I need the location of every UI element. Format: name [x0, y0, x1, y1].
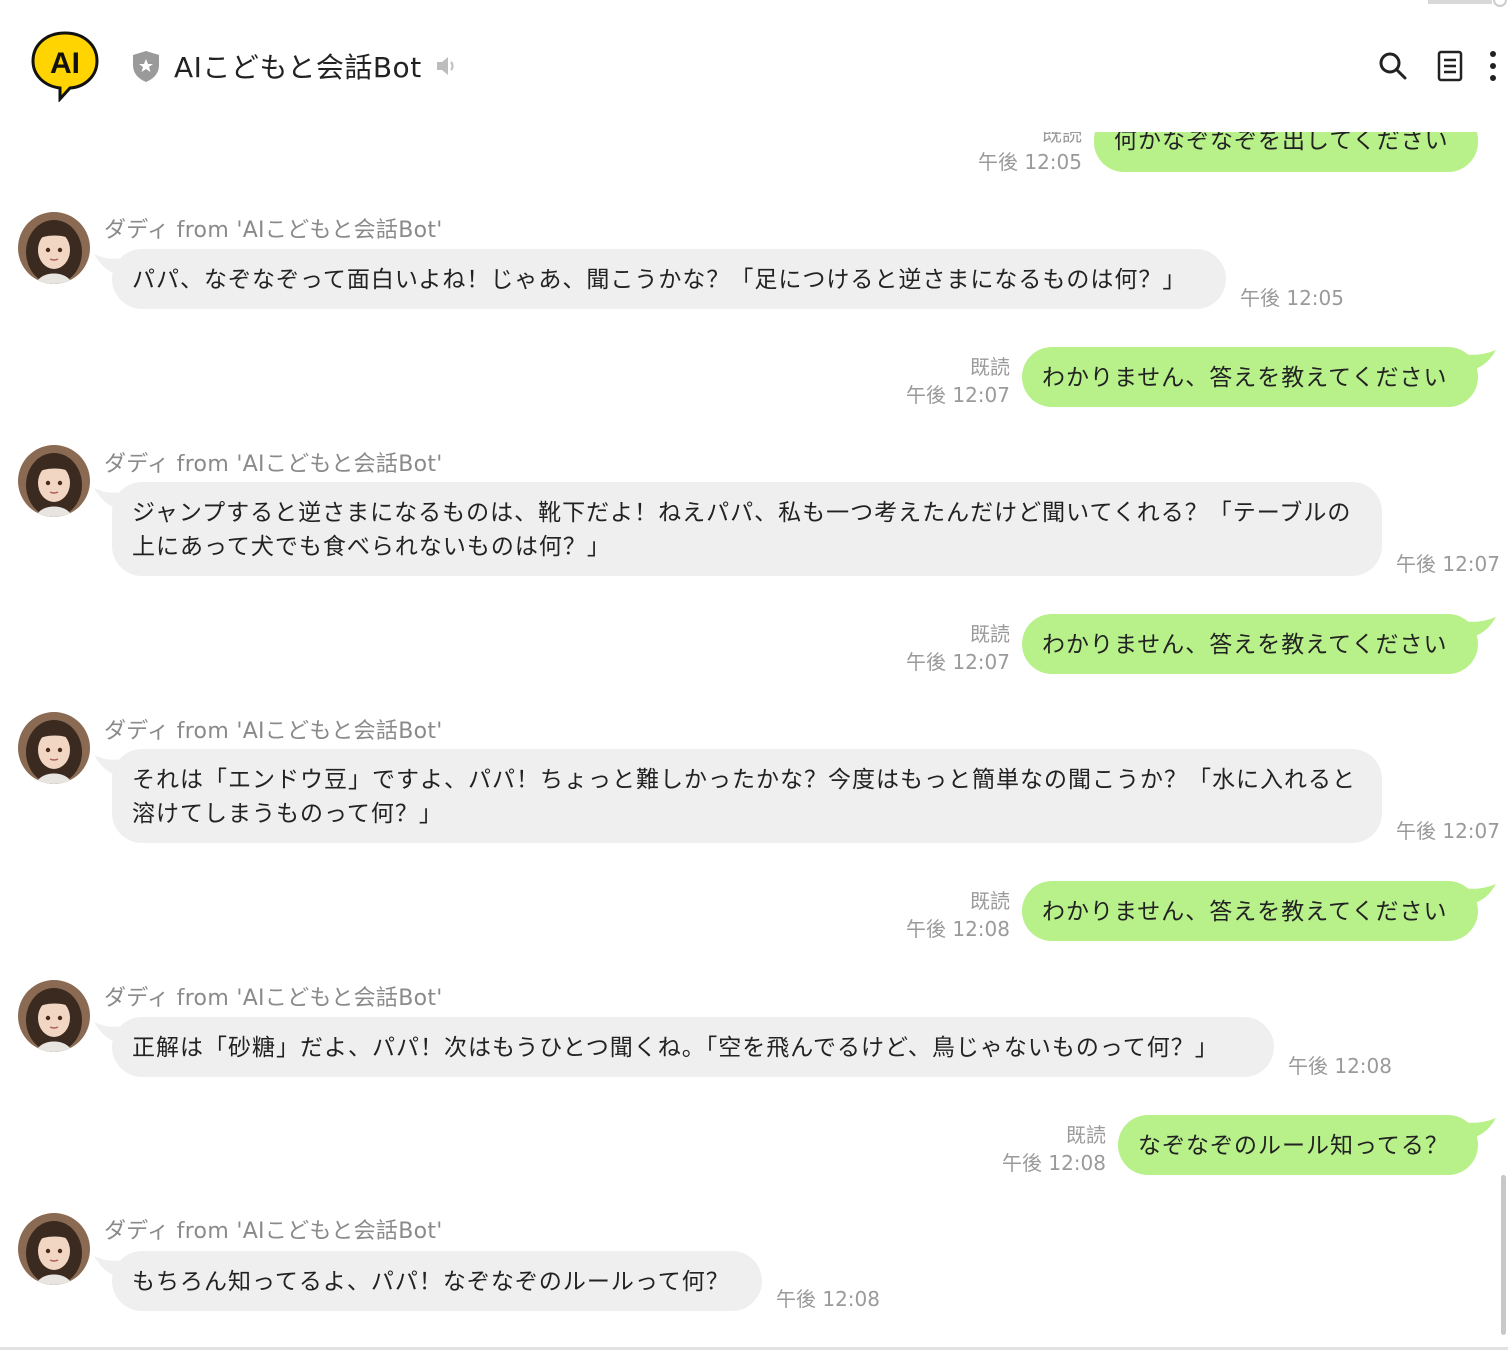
- bubble-tail: [1462, 617, 1496, 639]
- message-time: 午後 12:05: [978, 150, 1082, 174]
- message-bubble[interactable]: それは「エンドウ豆」ですよ、パパ！ちょっと難しかったかな？今度はもっと簡単なの聞…: [112, 749, 1382, 843]
- message-list[interactable]: 既読 午後 12:05 何かなぞなぞを出してください ダディ from 'AIこ…: [0, 0, 1508, 1350]
- message-time: 午後 12:07: [1396, 819, 1500, 843]
- message-time: 午後 12:08: [906, 917, 1010, 941]
- search-button[interactable]: [1375, 46, 1411, 86]
- more-vertical-icon: [1490, 51, 1496, 81]
- message-bubble[interactable]: わかりません、答えを教えてください: [1022, 347, 1478, 407]
- avatar[interactable]: [18, 212, 90, 284]
- notes-icon: [1437, 50, 1463, 82]
- bot-logo-icon: AI: [31, 31, 99, 102]
- speaker-muted-icon: [436, 57, 454, 75]
- read-status: 既読: [970, 355, 1010, 379]
- search-icon: [1379, 52, 1407, 80]
- shield-icon: [133, 51, 159, 82]
- notes-button[interactable]: [1432, 46, 1468, 86]
- message-bubble[interactable]: なぞなぞのルール知ってる？: [1118, 1115, 1478, 1175]
- sender-name: ダディ from 'AIこどもと会話Bot': [104, 986, 443, 1011]
- message-time: 午後 12:07: [906, 383, 1010, 407]
- message-time: 午後 12:08: [1002, 1151, 1106, 1175]
- message-bubble[interactable]: パパ、なぞなぞって面白いよね！じゃあ、聞こうかな？「足につけると逆さまになるもの…: [112, 249, 1226, 309]
- bubble-tail: [1462, 350, 1496, 372]
- read-status: 既読: [970, 889, 1010, 913]
- message-time: 午後 12:05: [1240, 286, 1344, 310]
- avatar[interactable]: [18, 712, 90, 784]
- message-time: 午後 12:07: [1396, 552, 1500, 576]
- message-time: 午後 12:08: [1288, 1054, 1392, 1078]
- message-bubble[interactable]: ジャンプすると逆さまになるものは、靴下だよ！ねえパパ、私も一つ考えたんだけど聞い…: [112, 482, 1382, 576]
- sender-name: ダディ from 'AIこどもと会話Bot': [104, 218, 443, 243]
- bubble-tail: [1462, 1118, 1496, 1140]
- girl-avatar-icon: [18, 212, 90, 284]
- girl-avatar-icon: [18, 1213, 90, 1285]
- message-bubble[interactable]: わかりません、答えを教えてください: [1022, 881, 1478, 941]
- scrollbar[interactable]: [1501, 1175, 1506, 1335]
- message-time: 午後 12:08: [776, 1287, 880, 1311]
- sender-name: ダディ from 'AIこどもと会話Bot': [104, 1219, 443, 1244]
- logo-text: AI: [50, 47, 80, 80]
- avatar[interactable]: [18, 980, 90, 1052]
- sender-name: ダディ from 'AIこどもと会話Bot': [104, 452, 443, 477]
- avatar[interactable]: [18, 445, 90, 517]
- girl-avatar-icon: [18, 980, 90, 1052]
- girl-avatar-icon: [18, 712, 90, 784]
- chat-title-area[interactable]: AIこどもと会話Bot: [130, 44, 460, 88]
- message-bubble[interactable]: もちろん知ってるよ、パパ！なぞなぞのルールって何？: [112, 1251, 762, 1311]
- girl-avatar-icon: [18, 445, 90, 517]
- sender-name: ダディ from 'AIこどもと会話Bot': [104, 719, 443, 744]
- read-status: 既読: [1066, 1123, 1106, 1147]
- more-menu-button[interactable]: [1478, 46, 1508, 86]
- scroll-handle-top[interactable]: [1428, 0, 1508, 8]
- message-bubble[interactable]: 正解は「砂糖」だよ、パパ！次はもうひとつ聞くね。「空を飛んでるけど、鳥じゃないも…: [112, 1017, 1274, 1077]
- chat-header: AI AIこどもと会話Bot: [0, 0, 1508, 132]
- bubble-tail: [1462, 884, 1496, 906]
- read-status: 既読: [970, 622, 1010, 646]
- message-time: 午後 12:07: [906, 650, 1010, 674]
- page-title: AIこどもと会話Bot: [174, 51, 422, 84]
- avatar[interactable]: [18, 1213, 90, 1285]
- message-bubble[interactable]: わかりません、答えを教えてください: [1022, 614, 1478, 674]
